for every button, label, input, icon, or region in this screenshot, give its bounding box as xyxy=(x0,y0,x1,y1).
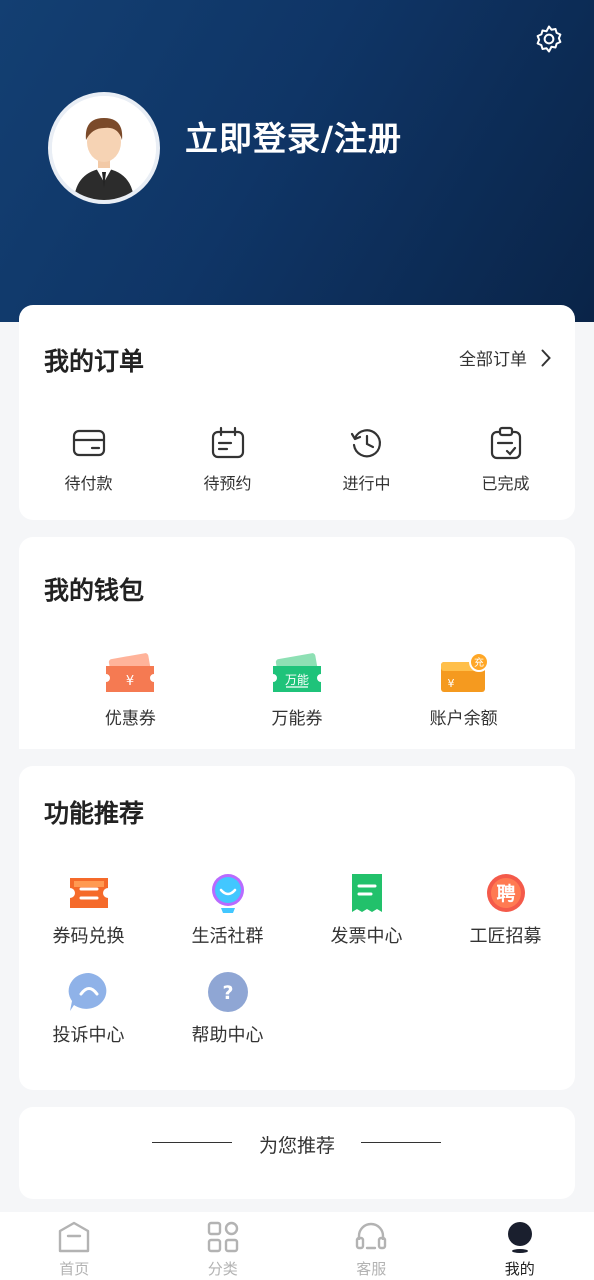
wallet-label: 万能券 xyxy=(271,709,323,729)
balance-wallet-icon: ¥ 充 xyxy=(440,652,489,692)
svg-text:聘: 聘 xyxy=(496,882,515,905)
community-icon xyxy=(211,874,244,913)
order-label: 待付款 xyxy=(64,474,113,493)
feature-label: 投诉中心 xyxy=(52,1025,125,1046)
features-title: 功能推荐 xyxy=(44,799,145,828)
order-status-row: 待付款 待预约 进行中 已完成 xyxy=(19,426,575,494)
svg-text:?: ? xyxy=(222,982,233,1004)
ticket-exchange-icon xyxy=(69,878,108,908)
features-row-2: 投诉中心 ? 帮助中心 xyxy=(19,971,575,1047)
wallet-label: 优惠券 xyxy=(104,709,156,729)
help-icon: ? xyxy=(207,972,248,1012)
order-pending-payment[interactable]: 待付款 xyxy=(19,426,158,494)
order-completed[interactable]: 已完成 xyxy=(436,426,575,494)
recruit-icon: 聘 xyxy=(486,874,525,912)
tab-label: 首页 xyxy=(59,1260,90,1278)
universal-coupon-icon: 万能 xyxy=(273,653,321,692)
feature-craftsman-recruit[interactable]: 聘 工匠招募 xyxy=(436,872,575,948)
svg-text:¥: ¥ xyxy=(447,677,454,690)
divider-right xyxy=(361,1142,441,1143)
home-icon xyxy=(59,1221,90,1253)
wallet-account-balance[interactable]: ¥ 充 账户余额 xyxy=(380,652,547,729)
orders-card: 我的订单 全部订单 待付款 待预约 进行中 已完成 xyxy=(19,305,575,520)
grid-icon xyxy=(207,1221,238,1253)
order-label: 进行中 xyxy=(342,474,391,493)
chevron-right-icon xyxy=(541,349,551,366)
tab-home[interactable]: 首页 xyxy=(0,1212,149,1280)
coupon-icon: ¥ xyxy=(106,653,155,692)
profile-header: 立即登录/注册 xyxy=(0,0,594,322)
recommend-label: 为您推荐 xyxy=(258,1135,335,1157)
order-label: 已完成 xyxy=(481,474,530,493)
svg-text:万能: 万能 xyxy=(285,673,309,687)
all-orders-link[interactable]: 全部订单 xyxy=(459,345,551,370)
complaint-icon xyxy=(68,972,106,1011)
bottom-tab-bar: 首页 分类 客服 我的 xyxy=(0,1212,594,1280)
features-card: 功能推荐 券码兑换 生活社群 发票中心 聘 工匠招募 投诉中心 ? 帮助中心 xyxy=(19,766,575,1090)
avatar[interactable] xyxy=(48,92,160,204)
feature-complaint[interactable]: 投诉中心 xyxy=(19,971,158,1047)
tab-mine[interactable]: 我的 xyxy=(446,1212,594,1280)
user-avatar-icon xyxy=(52,96,156,200)
order-label: 待预约 xyxy=(203,474,252,493)
feature-invoice[interactable]: 发票中心 xyxy=(297,872,436,948)
wallet-label: 账户余额 xyxy=(429,709,498,729)
headset-icon xyxy=(356,1222,387,1250)
order-pending-appointment[interactable]: 待预约 xyxy=(158,426,297,494)
feature-help-center[interactable]: ? 帮助中心 xyxy=(158,971,297,1047)
feature-community[interactable]: 生活社群 xyxy=(158,872,297,948)
calendar-icon xyxy=(211,426,244,459)
features-row-1: 券码兑换 生活社群 发票中心 聘 工匠招募 xyxy=(19,872,575,948)
wallet-title: 我的钱包 xyxy=(44,576,145,605)
feature-label: 生活社群 xyxy=(191,926,264,947)
feature-label: 帮助中心 xyxy=(191,1025,264,1046)
all-orders-label: 全部订单 xyxy=(459,350,527,370)
tab-customer-service[interactable]: 客服 xyxy=(297,1212,446,1280)
clock-history-icon xyxy=(350,429,381,458)
tab-label: 客服 xyxy=(356,1260,387,1278)
feature-label: 工匠招募 xyxy=(469,926,542,947)
feature-label: 券码兑换 xyxy=(52,926,125,947)
svg-text:¥: ¥ xyxy=(126,674,134,689)
feature-ticket-exchange[interactable]: 券码兑换 xyxy=(19,872,158,948)
tab-category[interactable]: 分类 xyxy=(149,1212,298,1280)
wallet-row: ¥ 优惠券 万能 万能券 ¥ 充 账户余额 xyxy=(47,652,547,729)
invoice-icon xyxy=(351,874,382,912)
order-in-progress[interactable]: 进行中 xyxy=(297,426,436,494)
svg-text:充: 充 xyxy=(474,656,484,669)
wallet-card: 我的钱包 ¥ 优惠券 万能 万能券 ¥ 充 账户余额 xyxy=(19,537,575,749)
clipboard-check-icon xyxy=(490,426,521,460)
orders-title: 我的订单 xyxy=(44,347,145,376)
feature-label: 发票中心 xyxy=(330,926,403,947)
wallet-card-icon xyxy=(72,429,105,457)
wallet-universal-coupon[interactable]: 万能 万能券 xyxy=(214,652,381,729)
recommend-section: 为您推荐 xyxy=(19,1107,575,1199)
tab-label: 我的 xyxy=(504,1260,535,1278)
tab-label: 分类 xyxy=(207,1260,238,1278)
profile-icon xyxy=(507,1222,532,1253)
login-register-link[interactable]: 立即登录/注册 xyxy=(185,112,402,160)
wallet-coupon[interactable]: ¥ 优惠券 xyxy=(47,652,214,729)
gear-icon[interactable] xyxy=(534,24,564,54)
